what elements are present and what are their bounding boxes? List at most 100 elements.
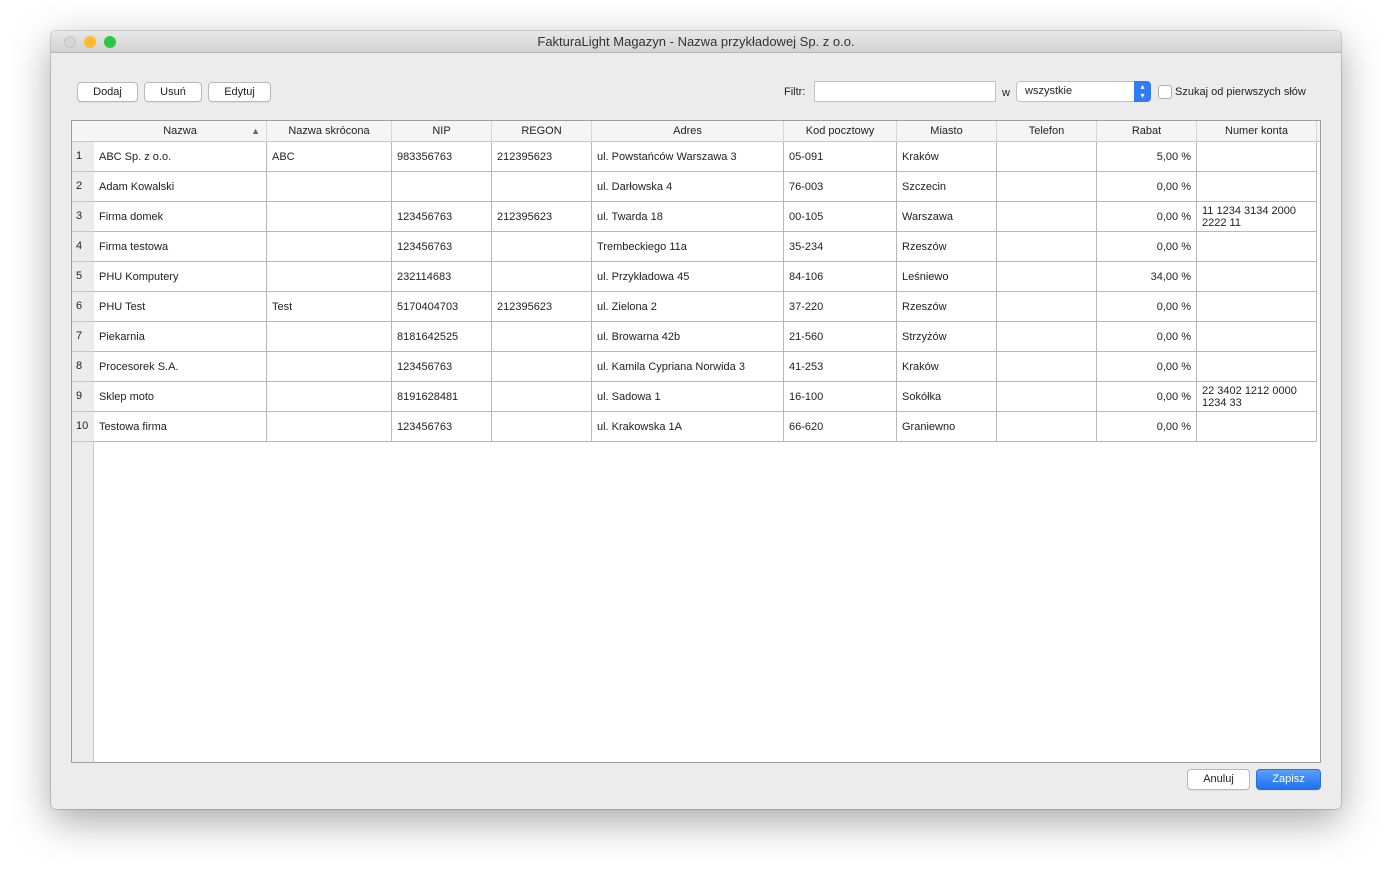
table-cell[interactable]: 0,00 %: [1097, 232, 1197, 262]
table-cell[interactable]: 5,00 %: [1097, 142, 1197, 172]
table-cell[interactable]: 212395623: [492, 292, 592, 322]
table-row[interactable]: 4 Firma testowa 123456763 Trembeckiego 11a 3…: [72, 232, 1317, 262]
table-cell[interactable]: ABC: [267, 142, 392, 172]
table-cell[interactable]: [267, 202, 392, 232]
table-cell[interactable]: [997, 232, 1097, 262]
column-header[interactable]: REGON: [492, 121, 592, 142]
table-cell[interactable]: Firma testowa: [94, 232, 267, 262]
column-header[interactable]: Rabat: [1097, 121, 1197, 142]
table-cell[interactable]: Kraków: [897, 142, 997, 172]
table-cell[interactable]: Procesorek S.A.: [94, 352, 267, 382]
table-cell[interactable]: ul. Darłowska 4: [592, 172, 784, 202]
table-row[interactable]: 5 PHU Komputery 232114683 ul. Przykładowa 4…: [72, 262, 1317, 292]
column-header[interactable]: Adres: [592, 121, 784, 142]
table-cell[interactable]: [997, 142, 1097, 172]
table-cell[interactable]: 123456763: [392, 232, 492, 262]
column-header[interactable]: Telefon: [997, 121, 1097, 142]
table-cell[interactable]: 983356763: [392, 142, 492, 172]
table-cell[interactable]: [492, 322, 592, 352]
add-button[interactable]: Dodaj: [77, 82, 138, 102]
column-header[interactable]: Kod pocztowy: [784, 121, 897, 142]
cancel-button[interactable]: Anuluj: [1187, 769, 1250, 790]
table-cell[interactable]: [997, 292, 1097, 322]
table-cell[interactable]: ul. Browarna 42b: [592, 322, 784, 352]
table-cell[interactable]: [997, 172, 1097, 202]
table-cell[interactable]: [492, 412, 592, 442]
table-cell[interactable]: Strzyżów: [897, 322, 997, 352]
table-cell[interactable]: Trembeckiego 11a: [592, 232, 784, 262]
table-cell[interactable]: 11 1234 3134 2000 2222 11: [1197, 202, 1317, 232]
table-cell[interactable]: Test: [267, 292, 392, 322]
table-row[interactable]: 6 PHU Test Test 5170404703 212395623 ul. Ziel…: [72, 292, 1317, 322]
table-cell[interactable]: ul. Twarda 18: [592, 202, 784, 232]
table-cell[interactable]: 123456763: [392, 412, 492, 442]
table-cell[interactable]: [492, 172, 592, 202]
save-button[interactable]: Zapisz: [1256, 769, 1321, 790]
table-cell[interactable]: 8181642525: [392, 322, 492, 352]
table-cell[interactable]: [1197, 232, 1317, 262]
column-header[interactable]: NIP: [392, 121, 492, 142]
table-cell[interactable]: 8191628481: [392, 382, 492, 412]
table-cell[interactable]: [492, 352, 592, 382]
table-cell[interactable]: 66-620: [784, 412, 897, 442]
table-cell[interactable]: 0,00 %: [1097, 412, 1197, 442]
table-cell[interactable]: ul. Krakowska 1A: [592, 412, 784, 442]
column-header[interactable]: Numer konta: [1197, 121, 1317, 142]
column-header[interactable]: Nazwa skrócona: [267, 121, 392, 142]
filter-input[interactable]: [814, 81, 996, 102]
table-cell[interactable]: [267, 322, 392, 352]
column-header[interactable]: Nazwa ▲: [94, 121, 267, 142]
table-cell[interactable]: [997, 202, 1097, 232]
table-cell[interactable]: Graniewno: [897, 412, 997, 442]
table-cell[interactable]: [392, 172, 492, 202]
table-row[interactable]: 3 Firma domek 123456763 212395623 ul. Twarda…: [72, 202, 1317, 232]
table-cell[interactable]: [997, 412, 1097, 442]
table-cell[interactable]: 05-091: [784, 142, 897, 172]
table-row[interactable]: 1 ABC Sp. z o.o. ABC 983356763 212395623 ul. …: [72, 142, 1317, 172]
table-cell[interactable]: [1197, 352, 1317, 382]
table-cell[interactable]: [267, 382, 392, 412]
table-cell[interactable]: 212395623: [492, 142, 592, 172]
table-cell[interactable]: 0,00 %: [1097, 322, 1197, 352]
table-cell[interactable]: ul. Przykładowa 45: [592, 262, 784, 292]
table-cell[interactable]: [1197, 262, 1317, 292]
table-cell[interactable]: 21-560: [784, 322, 897, 352]
table-cell[interactable]: [492, 232, 592, 262]
table-cell[interactable]: [492, 262, 592, 292]
table-cell[interactable]: 37-220: [784, 292, 897, 322]
prefix-search-checkbox[interactable]: [1158, 85, 1172, 99]
table-cell[interactable]: [997, 352, 1097, 382]
minimize-button[interactable]: [84, 36, 96, 48]
edit-button[interactable]: Edytuj: [208, 82, 271, 102]
table-row[interactable]: 8 Procesorek S.A. 123456763 ul. Kamila Cypr…: [72, 352, 1317, 382]
table-cell[interactable]: ABC Sp. z o.o.: [94, 142, 267, 172]
table-cell[interactable]: Warszawa: [897, 202, 997, 232]
table-cell[interactable]: ul. Sadowa 1: [592, 382, 784, 412]
table-cell[interactable]: 41-253: [784, 352, 897, 382]
table-cell[interactable]: ul. Powstańców Warszawa 3: [592, 142, 784, 172]
table-cell[interactable]: 34,00 %: [1097, 262, 1197, 292]
table-cell[interactable]: PHU Komputery: [94, 262, 267, 292]
table-cell[interactable]: [267, 232, 392, 262]
table-cell[interactable]: [267, 262, 392, 292]
table-cell[interactable]: [267, 352, 392, 382]
table-cell[interactable]: Rzeszów: [897, 232, 997, 262]
remove-button[interactable]: Usuń: [144, 82, 202, 102]
table-cell[interactable]: 00-105: [784, 202, 897, 232]
table-cell[interactable]: 0,00 %: [1097, 352, 1197, 382]
table-row[interactable]: 7 Piekarnia 8181642525 ul. Browarna 42b 21-5…: [72, 322, 1317, 352]
table-cell[interactable]: [267, 172, 392, 202]
table-cell[interactable]: 5170404703: [392, 292, 492, 322]
table-cell[interactable]: Szczecin: [897, 172, 997, 202]
table-cell[interactable]: Leśniewo: [897, 262, 997, 292]
table-cell[interactable]: ul. Kamila Cypriana Norwida 3: [592, 352, 784, 382]
table-cell[interactable]: Firma domek: [94, 202, 267, 232]
table-row[interactable]: 10 Testowa firma 123456763 ul. Krakowska 1A…: [72, 412, 1317, 442]
table-cell[interactable]: [1197, 412, 1317, 442]
table-cell[interactable]: [1197, 292, 1317, 322]
table-cell[interactable]: Sklep moto: [94, 382, 267, 412]
table-cell[interactable]: [997, 322, 1097, 352]
table-cell[interactable]: Testowa firma: [94, 412, 267, 442]
table-cell[interactable]: Kraków: [897, 352, 997, 382]
table-cell[interactable]: Rzeszów: [897, 292, 997, 322]
